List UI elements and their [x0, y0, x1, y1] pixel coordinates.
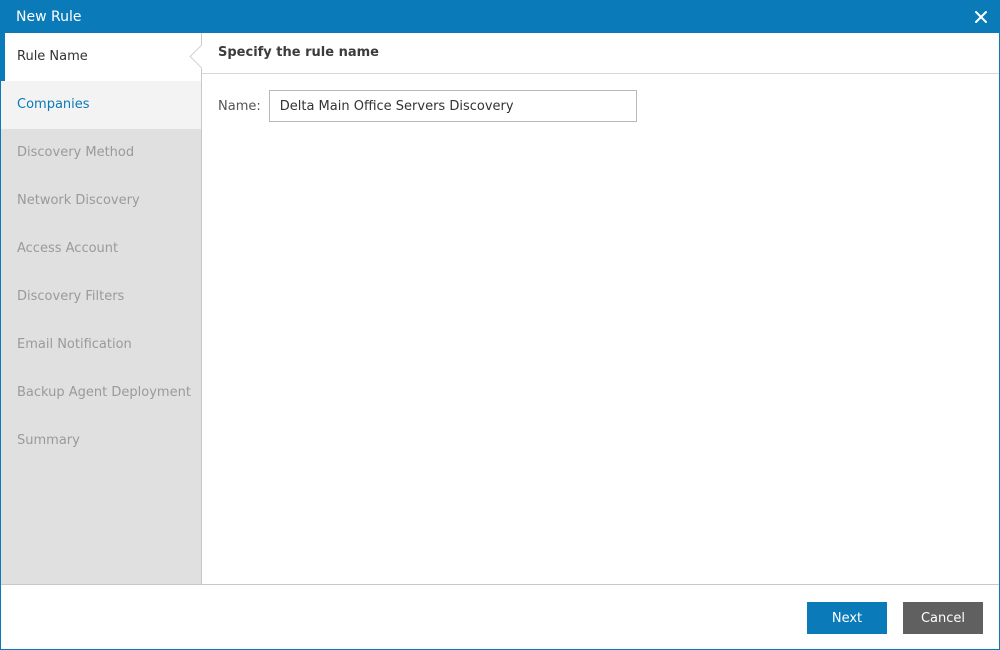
next-button[interactable]: Next [807, 602, 887, 634]
step-network-discovery: Network Discovery [17, 193, 140, 208]
title-bar: New Rule [1, 1, 999, 33]
step-rule-name[interactable]: Rule Name [1, 33, 201, 81]
step-heading: Specify the rule name [202, 33, 999, 74]
new-rule-dialog: New Rule Rule Name Companies Discovery M… [0, 0, 1000, 650]
dialog-title: New Rule [16, 9, 82, 25]
rule-name-input[interactable] [268, 90, 637, 122]
dialog-footer: Next Cancel [1, 584, 999, 649]
step-discovery-filters: Discovery Filters [17, 289, 125, 304]
step-email-notification: Email Notification [17, 337, 132, 352]
step-backup-agent-deployment: Backup Agent Deployment [17, 385, 191, 400]
name-label: Name: [218, 98, 261, 114]
step-access-account: Access Account [17, 241, 119, 256]
step-summary: Summary [17, 433, 80, 448]
cancel-button[interactable]: Cancel [903, 602, 983, 634]
close-icon [975, 11, 987, 23]
wizard-steps: Rule Name Companies Discovery Method Net… [1, 33, 202, 584]
step-discovery-method: Discovery Method [17, 145, 135, 160]
close-button[interactable] [969, 5, 993, 29]
step-companies[interactable]: Companies [1, 81, 201, 129]
step-content: Specify the rule name Name: [202, 33, 999, 584]
name-field-row: Name: [218, 90, 637, 122]
